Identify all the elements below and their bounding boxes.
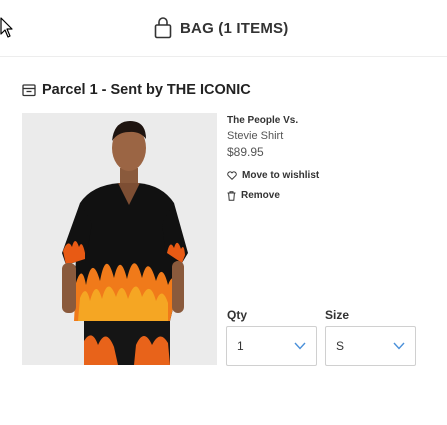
product-name[interactable]: Stevie Shirt (227, 128, 437, 144)
model-flame-print-shirt-image (22, 113, 217, 365)
size-select[interactable]: S (325, 326, 416, 366)
bag-title-group: BAG (1 ITEMS) (154, 15, 288, 41)
size-label: Size (325, 308, 350, 322)
product-price: $89.95 (227, 145, 264, 159)
remove-label: Remove (241, 190, 280, 201)
trash-icon (227, 190, 236, 201)
move-to-wishlist-button[interactable]: Move to wishlist (227, 170, 319, 181)
qty-value: 1 (237, 339, 244, 353)
bag-title: BAG (1 ITEMS) (180, 19, 289, 37)
qty-label: Qty (227, 308, 248, 322)
product-image[interactable] (22, 113, 217, 365)
shopping-bag-icon (154, 17, 172, 39)
remove-button[interactable]: Remove (227, 190, 280, 201)
parcel-heading: Parcel 1 - Sent by THE ICONIC (22, 82, 251, 98)
size-value: S (336, 339, 345, 353)
parcel-box-icon (22, 84, 36, 97)
heart-icon (227, 171, 237, 180)
chevron-down-icon (294, 342, 306, 350)
qty-select[interactable]: 1 (226, 326, 317, 366)
bag-header: BAG (1 ITEMS) (0, 0, 447, 57)
parcel-title: Parcel 1 - Sent by THE ICONIC (42, 82, 251, 98)
product-details: The People Vs. Stevie Shirt $89.95 (227, 114, 437, 160)
wishlist-label: Move to wishlist (242, 170, 320, 181)
product-brand[interactable]: The People Vs. (227, 114, 437, 127)
chevron-down-icon (393, 342, 405, 350)
